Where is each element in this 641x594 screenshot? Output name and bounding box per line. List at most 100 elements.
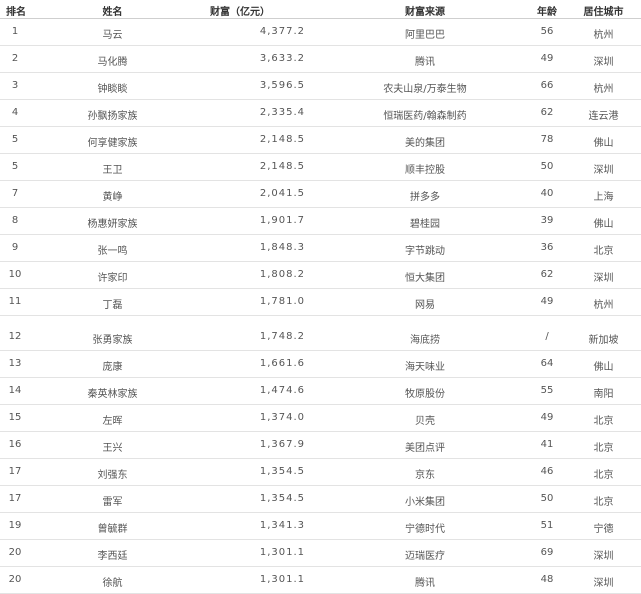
- cell-source: 小米集团: [405, 497, 445, 508]
- table-row: 13 庞康 1,661.6 海天味业 64 佛山: [0, 351, 641, 378]
- cell-city: 北京: [593, 470, 614, 481]
- cell-source: 贝壳: [415, 416, 435, 427]
- cell-name: 孙飘扬家族: [87, 111, 138, 122]
- cell-city: 杭州: [593, 30, 614, 41]
- table-row: 17 刘强东 1,354.5 京东 46 北京: [0, 459, 641, 486]
- cell-wealth: 1,301.1: [259, 574, 305, 585]
- cell-name: 许家印: [97, 273, 128, 284]
- cell-age: 50: [540, 493, 554, 504]
- cell-city: 佛山: [593, 138, 614, 149]
- rich-list-table: 排名 姓名 财富（亿元） 财富来源 年龄 居住城市 1 马云 4,377.2 阿里巴巴…: [0, 0, 641, 594]
- cell-city: 上海: [593, 192, 614, 203]
- cell-name: 徐航: [102, 578, 123, 589]
- header-name: 姓名: [102, 7, 123, 18]
- cell-rank: 16: [8, 439, 22, 450]
- cell-name: 何享健家族: [87, 138, 138, 149]
- cell-wealth: 3,633.2: [259, 53, 305, 64]
- cell-wealth: 1,354.5: [259, 466, 305, 477]
- table-header: 排名 姓名 财富（亿元） 财富来源 年龄 居住城市: [0, 0, 641, 19]
- cell-age: 56: [540, 26, 554, 37]
- table-row: 11 丁磊 1,781.0 网易 49 杭州: [0, 289, 641, 316]
- cell-rank: 20: [8, 547, 22, 558]
- header-city: 居住城市: [583, 7, 624, 18]
- cell-age: 36: [540, 242, 554, 253]
- cell-city: 连云港: [588, 111, 619, 122]
- cell-name: 王兴: [102, 443, 123, 454]
- table-row: 17 雷军 1,354.5 小米集团 50 北京: [0, 486, 641, 513]
- cell-name: 丁磊: [102, 300, 123, 311]
- table-row: 1 马云 4,377.2 阿里巴巴 56 杭州: [0, 19, 641, 46]
- cell-wealth: 1,354.5: [259, 493, 305, 504]
- cell-rank: 9: [11, 242, 19, 253]
- cell-age: 49: [540, 296, 554, 307]
- cell-source: 牧原股份: [405, 389, 445, 400]
- cell-source: 网易: [415, 300, 435, 311]
- cell-age: 50: [540, 161, 554, 172]
- cell-rank: 5: [11, 161, 19, 172]
- header-rank: 排名: [6, 7, 26, 18]
- table-row: 20 徐航 1,301.1 腾讯 48 深圳: [0, 567, 641, 594]
- table-body: 1 马云 4,377.2 阿里巴巴 56 杭州 2 马化腾 3,633.2 腾讯 49 深圳 3 钟睒睒 3…: [0, 19, 641, 594]
- cell-age: 55: [540, 385, 554, 396]
- cell-wealth: 4,377.2: [259, 26, 305, 37]
- cell-wealth: 2,148.5: [259, 134, 305, 145]
- cell-name: 刘强东: [97, 470, 128, 481]
- cell-city: 深圳: [593, 578, 614, 589]
- cell-age: 49: [540, 53, 554, 64]
- cell-source: 恒大集团: [405, 273, 445, 284]
- cell-name: 张一鸣: [97, 246, 128, 257]
- cell-rank: 10: [8, 269, 22, 280]
- cell-city: 北京: [593, 246, 614, 257]
- cell-source: 碧桂园: [410, 219, 440, 230]
- cell-name: 左晖: [102, 416, 123, 427]
- cell-name: 钟睒睒: [97, 84, 128, 95]
- cell-name: 杨惠妍家族: [87, 219, 138, 230]
- cell-rank: 8: [11, 215, 19, 226]
- cell-age: 78: [540, 134, 554, 145]
- table-row: 9 张一鸣 1,848.3 字节跳动 36 北京: [0, 235, 641, 262]
- cell-age: 41: [540, 439, 554, 450]
- cell-name: 王卫: [102, 165, 123, 176]
- cell-name: 黄峥: [102, 192, 123, 203]
- cell-name: 李西廷: [97, 551, 128, 562]
- cell-source: 腾讯: [415, 57, 435, 68]
- cell-city: 宁德: [593, 524, 614, 535]
- cell-age: 64: [540, 358, 554, 369]
- cell-rank: 1: [11, 26, 19, 37]
- cell-age: /: [545, 331, 549, 342]
- cell-wealth: 1,374.0: [259, 412, 305, 423]
- cell-source: 京东: [415, 470, 435, 481]
- table-row: 8 杨惠妍家族 1,901.7 碧桂园 39 佛山: [0, 208, 641, 235]
- cell-city: 新加坡: [588, 335, 619, 346]
- table-row: 2 马化腾 3,633.2 腾讯 49 深圳: [0, 46, 641, 73]
- header-source: 财富来源: [405, 7, 445, 18]
- cell-source: 宁德时代: [405, 524, 445, 535]
- table-row: 20 李西廷 1,301.1 迈瑞医疗 69 深圳: [0, 540, 641, 567]
- cell-rank: 7: [11, 188, 19, 199]
- cell-rank: 14: [8, 385, 22, 396]
- cell-city: 杭州: [593, 300, 614, 311]
- cell-wealth: 2,148.5: [259, 161, 305, 172]
- cell-wealth: 1,848.3: [259, 242, 305, 253]
- cell-city: 佛山: [593, 219, 614, 230]
- cell-source: 顺丰控股: [405, 165, 445, 176]
- cell-source: 农夫山泉/万泰生物: [383, 84, 467, 95]
- cell-source: 海天味业: [405, 362, 445, 373]
- cell-source: 美团点评: [405, 443, 445, 454]
- cell-source: 海底捞: [410, 335, 440, 346]
- table-row: 3 钟睒睒 3,596.5 农夫山泉/万泰生物 66 杭州: [0, 73, 641, 100]
- cell-city: 北京: [593, 497, 614, 508]
- cell-age: 46: [540, 466, 554, 477]
- cell-wealth: 1,808.2: [259, 269, 305, 280]
- cell-name: 雷军: [102, 497, 123, 508]
- cell-source: 恒瑞医药/翰森制药: [383, 111, 467, 122]
- cell-age: 49: [540, 412, 554, 423]
- cell-source: 迈瑞医疗: [405, 551, 445, 562]
- cell-city: 深圳: [593, 273, 614, 284]
- cell-age: 69: [540, 547, 554, 558]
- cell-city: 深圳: [593, 551, 614, 562]
- cell-name: 马化腾: [97, 57, 128, 68]
- cell-wealth: 1,367.9: [259, 439, 305, 450]
- cell-wealth: 1,781.0: [259, 296, 305, 307]
- cell-city: 北京: [593, 416, 614, 427]
